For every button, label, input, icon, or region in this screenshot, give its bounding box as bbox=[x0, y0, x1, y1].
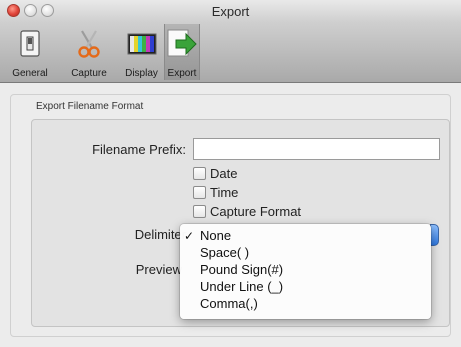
switch-icon bbox=[20, 30, 40, 57]
menu-item-label: Under Line (_) bbox=[200, 279, 284, 294]
capture-format-checkbox[interactable] bbox=[193, 205, 206, 218]
delimiter-popup-button[interactable] bbox=[430, 224, 439, 246]
toolbar-general-tab[interactable]: General bbox=[3, 24, 57, 80]
menu-item-none[interactable]: ✓ None bbox=[180, 228, 431, 244]
display-icon bbox=[127, 33, 156, 55]
menu-item-under-line[interactable]: Under Line (_) bbox=[180, 279, 431, 295]
toolbar-export-label: Export bbox=[167, 68, 197, 79]
export-arrow-icon bbox=[167, 29, 197, 57]
date-checkbox-label: Date bbox=[210, 166, 238, 181]
date-checkbox[interactable] bbox=[193, 167, 206, 180]
preview-label: Preview bbox=[135, 262, 182, 277]
checkmark-icon: ✓ bbox=[184, 229, 195, 243]
menu-item-comma[interactable]: Comma(,) bbox=[180, 296, 431, 312]
toolbar-general-label: General bbox=[12, 68, 48, 79]
menu-item-label: None bbox=[200, 228, 232, 243]
title-bar[interactable]: Export bbox=[0, 0, 461, 22]
menu-item-label: Comma(,) bbox=[200, 296, 258, 311]
preferences-toolbar: General Capture Display Export bbox=[0, 22, 461, 83]
toolbar-capture-tab[interactable]: Capture bbox=[63, 24, 115, 80]
delimiter-label: Delimiter bbox=[134, 227, 186, 242]
time-checkbox-label: Time bbox=[210, 185, 239, 200]
filename-prefix-input[interactable] bbox=[193, 138, 440, 160]
time-checkbox[interactable] bbox=[193, 186, 206, 199]
toolbar-display-label: Display bbox=[125, 68, 158, 79]
window-title: Export bbox=[211, 4, 250, 19]
filename-prefix-label: Filename Prefix: bbox=[92, 142, 186, 157]
menu-item-space[interactable]: Space( ) bbox=[180, 245, 431, 261]
toolbar-capture-label: Capture bbox=[71, 68, 107, 79]
toolbar-export-tab[interactable]: Export bbox=[164, 24, 200, 80]
menu-item-pound-sign[interactable]: Pound Sign(#) bbox=[180, 262, 431, 278]
delimiter-dropdown-menu: ✓ None Space( ) Pound Sign(#) Under Line… bbox=[180, 224, 431, 319]
toolbar-display-tab[interactable]: Display bbox=[118, 24, 165, 80]
menu-item-label: Pound Sign(#) bbox=[200, 262, 284, 277]
menu-item-label: Space( ) bbox=[200, 245, 250, 260]
scissors-icon bbox=[78, 30, 100, 58]
section-title: Export Filename Format bbox=[36, 101, 144, 112]
capture-format-checkbox-label: Capture Format bbox=[210, 204, 302, 219]
export-preferences-window: Export General Capture Display Export Ex… bbox=[0, 0, 461, 347]
